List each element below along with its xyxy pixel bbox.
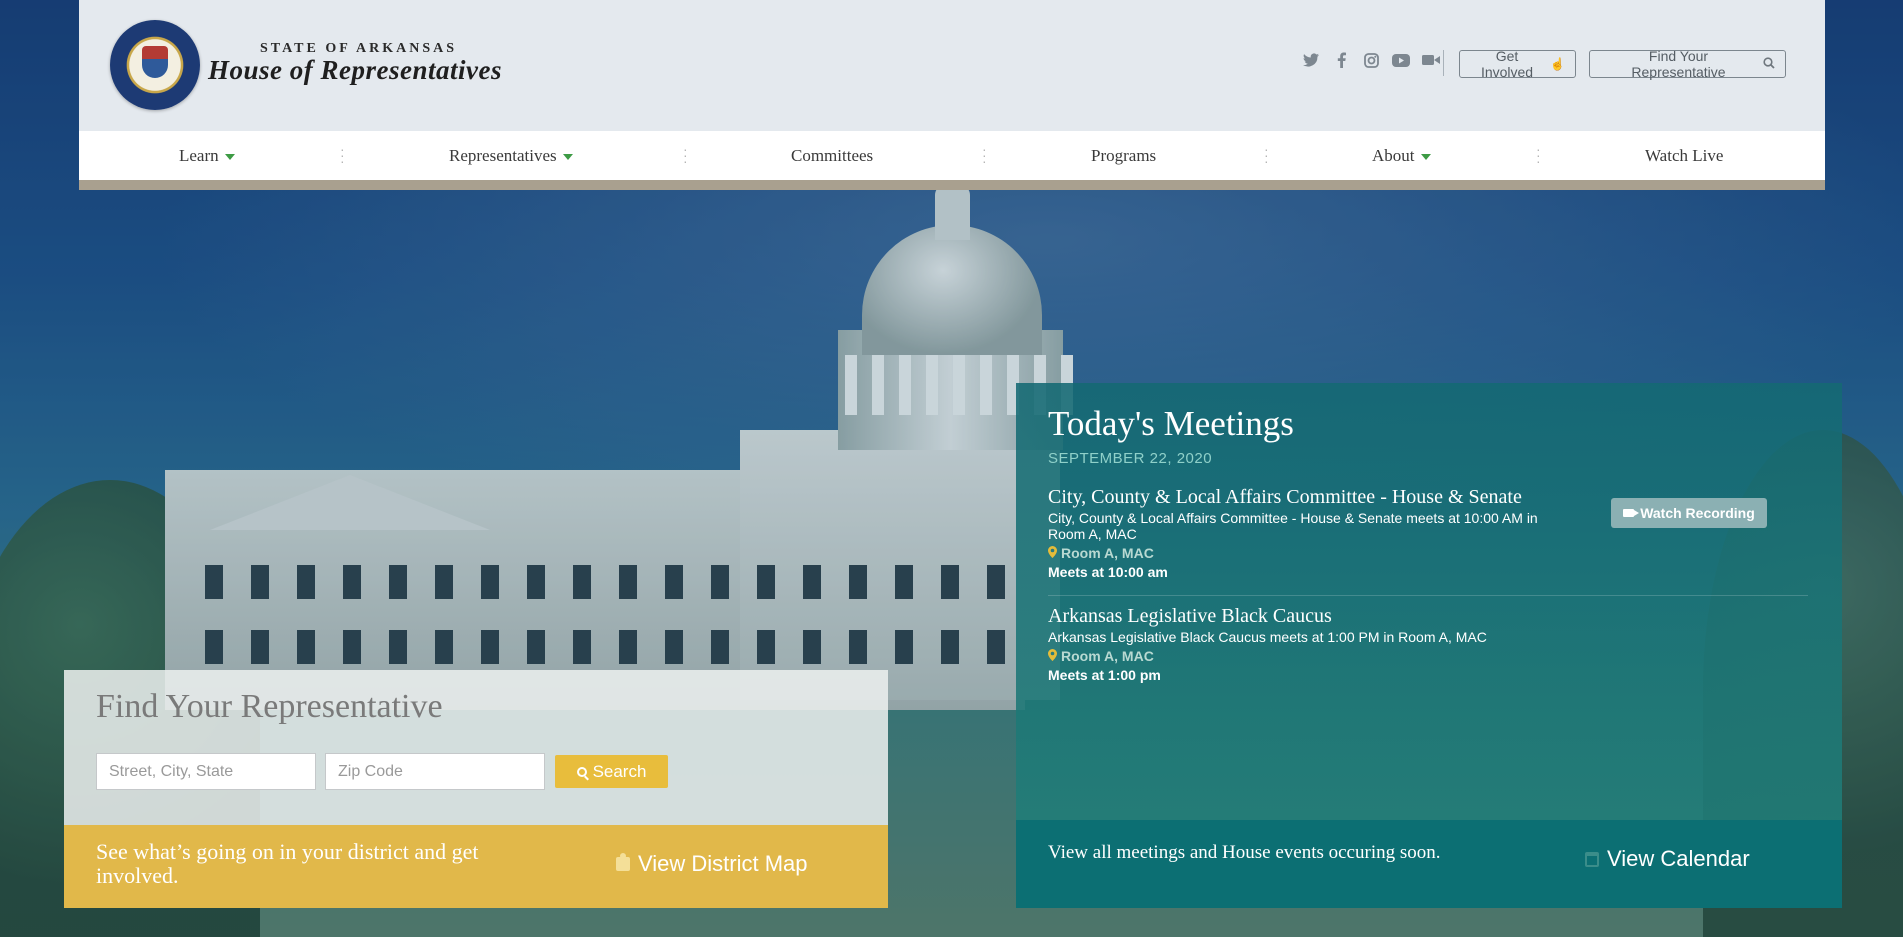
nav-programs-label: Programs xyxy=(1091,145,1157,165)
watch-recording-button[interactable]: Watch Recording xyxy=(1611,498,1767,528)
meeting-room: Room A, MAC xyxy=(1048,648,1154,664)
nav-item-programs[interactable]: Programs xyxy=(1091,131,1156,180)
header-divider xyxy=(1443,50,1444,76)
nav-learn-label: Learn xyxy=(179,145,219,165)
video-icon[interactable] xyxy=(1422,52,1440,68)
meeting-description: Arkansas Legislative Black Caucus meets … xyxy=(1048,629,1487,645)
nav-item-committees[interactable]: Committees xyxy=(791,131,873,180)
nav-item-about[interactable]: About xyxy=(1372,131,1431,180)
get-involved-label: Get Involved xyxy=(1480,48,1534,80)
chevron-down-icon xyxy=(224,153,235,160)
todays-meetings-panel xyxy=(1016,383,1842,820)
meeting-room-label: Room A, MAC xyxy=(1061,545,1154,561)
facebook-icon[interactable] xyxy=(1332,52,1350,68)
find-rep-header-label: Find Your Representative xyxy=(1631,48,1726,80)
nav-separator: · · · xyxy=(340,141,345,169)
puzzle-piece-icon xyxy=(616,853,630,871)
find-representative-title: Find Your Representative xyxy=(96,688,443,725)
find-your-representative-button[interactable]: Find Your Representative xyxy=(1589,48,1786,80)
nav-watch-live-label: Watch Live xyxy=(1645,145,1724,165)
address-input[interactable] xyxy=(96,753,316,790)
meeting-title[interactable]: City, County & Local Affairs Committee -… xyxy=(1048,486,1522,509)
view-district-map-link[interactable]: View District Map xyxy=(616,851,808,877)
meetings-date: SEPTEMBER 22, 2020 xyxy=(1048,450,1213,467)
calendar-description: View all meetings and House events occur… xyxy=(1048,842,1441,863)
nav-separator: · · · xyxy=(1264,141,1269,169)
meeting-room: Room A, MAC xyxy=(1048,545,1154,561)
get-involved-button[interactable]: Get Involved ☝ xyxy=(1459,48,1576,80)
district-description: See what’s going on in your district and… xyxy=(96,839,479,888)
search-button[interactable]: Search xyxy=(555,755,668,788)
chevron-down-icon xyxy=(1420,153,1431,160)
hand-pointer-icon: ☝ xyxy=(1550,57,1565,71)
nav-about-label: About xyxy=(1372,145,1415,165)
nav-separator: · · · xyxy=(683,141,688,169)
search-icon xyxy=(1763,56,1775,72)
social-links xyxy=(1302,52,1440,68)
map-marker-icon xyxy=(1048,545,1057,561)
meeting-time: Meets at 10:00 am xyxy=(1048,564,1168,580)
meeting-room-label: Room A, MAC xyxy=(1061,648,1154,664)
nav-item-learn[interactable]: Learn xyxy=(179,131,235,180)
nav-item-watch-live[interactable]: Watch Live xyxy=(1645,131,1723,180)
state-seal-logo[interactable] xyxy=(110,20,200,110)
search-icon xyxy=(576,766,587,777)
meeting-title[interactable]: Arkansas Legislative Black Caucus xyxy=(1048,605,1332,628)
instagram-icon[interactable] xyxy=(1362,52,1380,68)
meeting-divider xyxy=(1048,595,1808,596)
nav-committees-label: Committees xyxy=(791,145,874,165)
twitter-icon[interactable] xyxy=(1302,52,1320,68)
video-camera-icon xyxy=(1623,509,1640,517)
view-district-map-label: View District Map xyxy=(638,851,808,876)
calendar-icon xyxy=(1585,851,1599,867)
nav-item-representatives[interactable]: Representatives xyxy=(449,131,573,180)
brand-title[interactable]: House of Representatives xyxy=(208,55,502,86)
search-button-label: Search xyxy=(592,761,647,781)
nav-separator: · · · xyxy=(1536,141,1541,169)
nav-bottom-border xyxy=(79,180,1825,190)
zip-code-input[interactable] xyxy=(325,753,545,790)
view-calendar-link[interactable]: View Calendar xyxy=(1585,846,1750,872)
chevron-down-icon xyxy=(562,153,573,160)
nav-separator: · · · xyxy=(982,141,987,169)
meeting-time: Meets at 1:00 pm xyxy=(1048,667,1161,683)
view-calendar-label: View Calendar xyxy=(1607,846,1750,871)
youtube-icon[interactable] xyxy=(1392,52,1410,68)
meetings-title: Today's Meetings xyxy=(1048,404,1294,443)
watch-recording-label: Watch Recording xyxy=(1640,505,1755,521)
meeting-description: City, County & Local Affairs Committee -… xyxy=(1048,510,1538,542)
map-marker-icon xyxy=(1048,648,1057,664)
nav-representatives-label: Representatives xyxy=(449,145,557,165)
